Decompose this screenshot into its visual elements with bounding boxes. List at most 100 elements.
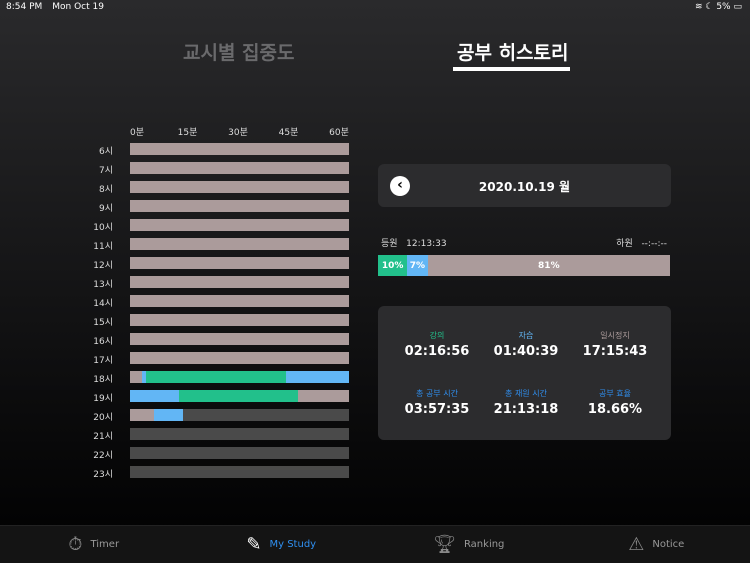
- checkin-time: 12:13:33: [406, 239, 447, 249]
- stat-label: 공부 효율: [599, 389, 631, 398]
- hour-bar: [130, 352, 349, 364]
- stat-item: 일시정지 17:15:43: [566, 330, 664, 359]
- stat-label: 총 재원 시간: [505, 389, 547, 398]
- stopwatch-icon: ⏱: [68, 534, 83, 555]
- segment-pause: [297, 390, 349, 402]
- hour-label: 15시: [93, 318, 113, 328]
- hour-label: 19시: [93, 394, 113, 404]
- notice-icon: ⚠: [628, 534, 645, 555]
- hour-bar: [130, 143, 349, 155]
- segment-pause: [130, 333, 349, 345]
- segment-pause: [130, 143, 349, 155]
- stat-item: 강의 02:16:56: [388, 330, 486, 359]
- segment-self-study: [154, 409, 183, 421]
- bottom-tab-bar: ⏱ Timer ✎ My Study 🏆︎ Ranking ⚠ Notice: [0, 525, 750, 563]
- date-card: ‹ 2020.10.19 월: [378, 164, 671, 207]
- stat-label: 자습: [518, 331, 534, 340]
- hour-bar: [130, 219, 349, 231]
- hour-label: 18시: [93, 375, 113, 385]
- ratio-segment: 7%: [407, 255, 428, 276]
- segment-pause: [130, 352, 349, 364]
- trophy-icon: 🏆︎: [433, 534, 456, 555]
- hour-label: 22시: [93, 451, 113, 461]
- hour-label: 7시: [98, 166, 113, 176]
- x-tick-label: 15분: [177, 128, 198, 138]
- active-tab-indicator: [453, 67, 570, 71]
- segment-lecture: [178, 390, 298, 402]
- nav-timer[interactable]: ⏱ Timer: [0, 526, 188, 563]
- hour-label: 20시: [93, 413, 113, 423]
- hour-bar: [130, 238, 349, 250]
- hour-label: 23시: [93, 470, 113, 480]
- segment-pause: [130, 409, 155, 421]
- x-tick-label: 60분: [329, 128, 349, 138]
- status-time: 8:54 PM: [6, 2, 43, 12]
- hour-label: 8시: [98, 185, 113, 195]
- ratio-segment: 10%: [378, 255, 408, 276]
- stat-item: 총 재원 시간 21:13:18: [477, 388, 575, 417]
- battery-level: 5%: [716, 2, 731, 12]
- history-date: 2020.10.19 월: [478, 180, 571, 194]
- hour-label: 12시: [93, 261, 113, 271]
- hour-label: 14시: [93, 299, 113, 309]
- nav-label: Notice: [652, 539, 685, 550]
- stat-label: 일시정지: [600, 331, 630, 340]
- hour-label: 16시: [93, 337, 113, 347]
- segment-pause: [130, 295, 349, 307]
- nav-ranking[interactable]: 🏆︎ Ranking: [375, 526, 563, 563]
- hour-bar: [130, 314, 349, 326]
- stat-label: 강의: [429, 331, 445, 340]
- segment-pause: [130, 371, 143, 383]
- hour-bar: [130, 295, 349, 307]
- hour-bar: [130, 466, 349, 478]
- checkin-label: 등원: [381, 239, 398, 249]
- nav-label: My Study: [269, 539, 317, 550]
- segment-pause: [130, 238, 349, 250]
- hour-label: 17시: [93, 356, 113, 366]
- stats-card: 강의 02:16:56 자습 01:40:39 일시정지 17:15:43 총 공부 시간 0…: [378, 306, 671, 440]
- segment-lecture: [145, 371, 286, 383]
- hour-label: 6시: [98, 147, 113, 157]
- segment-pause: [130, 162, 349, 174]
- hour-bar: [130, 371, 349, 383]
- x-tick-label: 45분: [278, 128, 299, 138]
- segment-self-study: [130, 390, 179, 402]
- stat-value: 21:13:18: [493, 402, 559, 417]
- stat-value: 01:40:39: [493, 344, 559, 359]
- segment-pause: [130, 257, 349, 269]
- segment-self-study: [285, 371, 349, 383]
- hour-bar: [130, 257, 349, 269]
- checkin: 등원 12:13:33: [381, 236, 447, 249]
- stat-label: 총 공부 시간: [416, 389, 458, 398]
- hour-label: 9시: [98, 204, 113, 214]
- stat-value: 03:57:35: [404, 402, 470, 417]
- stat-value: 17:15:43: [582, 344, 648, 359]
- nav-notice[interactable]: ⚠ Notice: [563, 526, 750, 563]
- x-tick-label: 30분: [228, 128, 248, 138]
- stat-value: 02:16:56: [404, 344, 470, 359]
- segment-pause: [130, 181, 349, 193]
- hour-label: 13시: [93, 280, 113, 290]
- tab-focus-by-period[interactable]: 교시별 집중도: [183, 38, 295, 65]
- nav-label: Timer: [90, 539, 120, 550]
- nav-my-study[interactable]: ✎ My Study: [188, 526, 376, 563]
- hour-bar: [130, 276, 349, 288]
- hour-bar: [130, 181, 349, 193]
- hour-bar: [130, 200, 349, 212]
- ratio-segment: 81%: [427, 255, 670, 276]
- stat-value: 18.66%: [587, 402, 643, 417]
- hour-bar: [130, 390, 349, 402]
- status-date: Mon Oct 19: [52, 2, 104, 12]
- x-tick-label: 0분: [129, 128, 145, 138]
- nav-label: Ranking: [463, 539, 505, 550]
- hour-bar: [130, 409, 349, 421]
- study-ratio-bar: 10% 7% 81%: [378, 255, 670, 276]
- segment-pause: [130, 276, 349, 288]
- tab-study-history[interactable]: 공부 히스토리: [457, 38, 569, 65]
- hour-bar: [130, 333, 349, 345]
- hour-label: 11시: [93, 242, 113, 252]
- hour-bar: [130, 162, 349, 174]
- hour-bar: [130, 428, 349, 440]
- edit-icon: ✎: [246, 534, 262, 555]
- segment-pause: [130, 314, 349, 326]
